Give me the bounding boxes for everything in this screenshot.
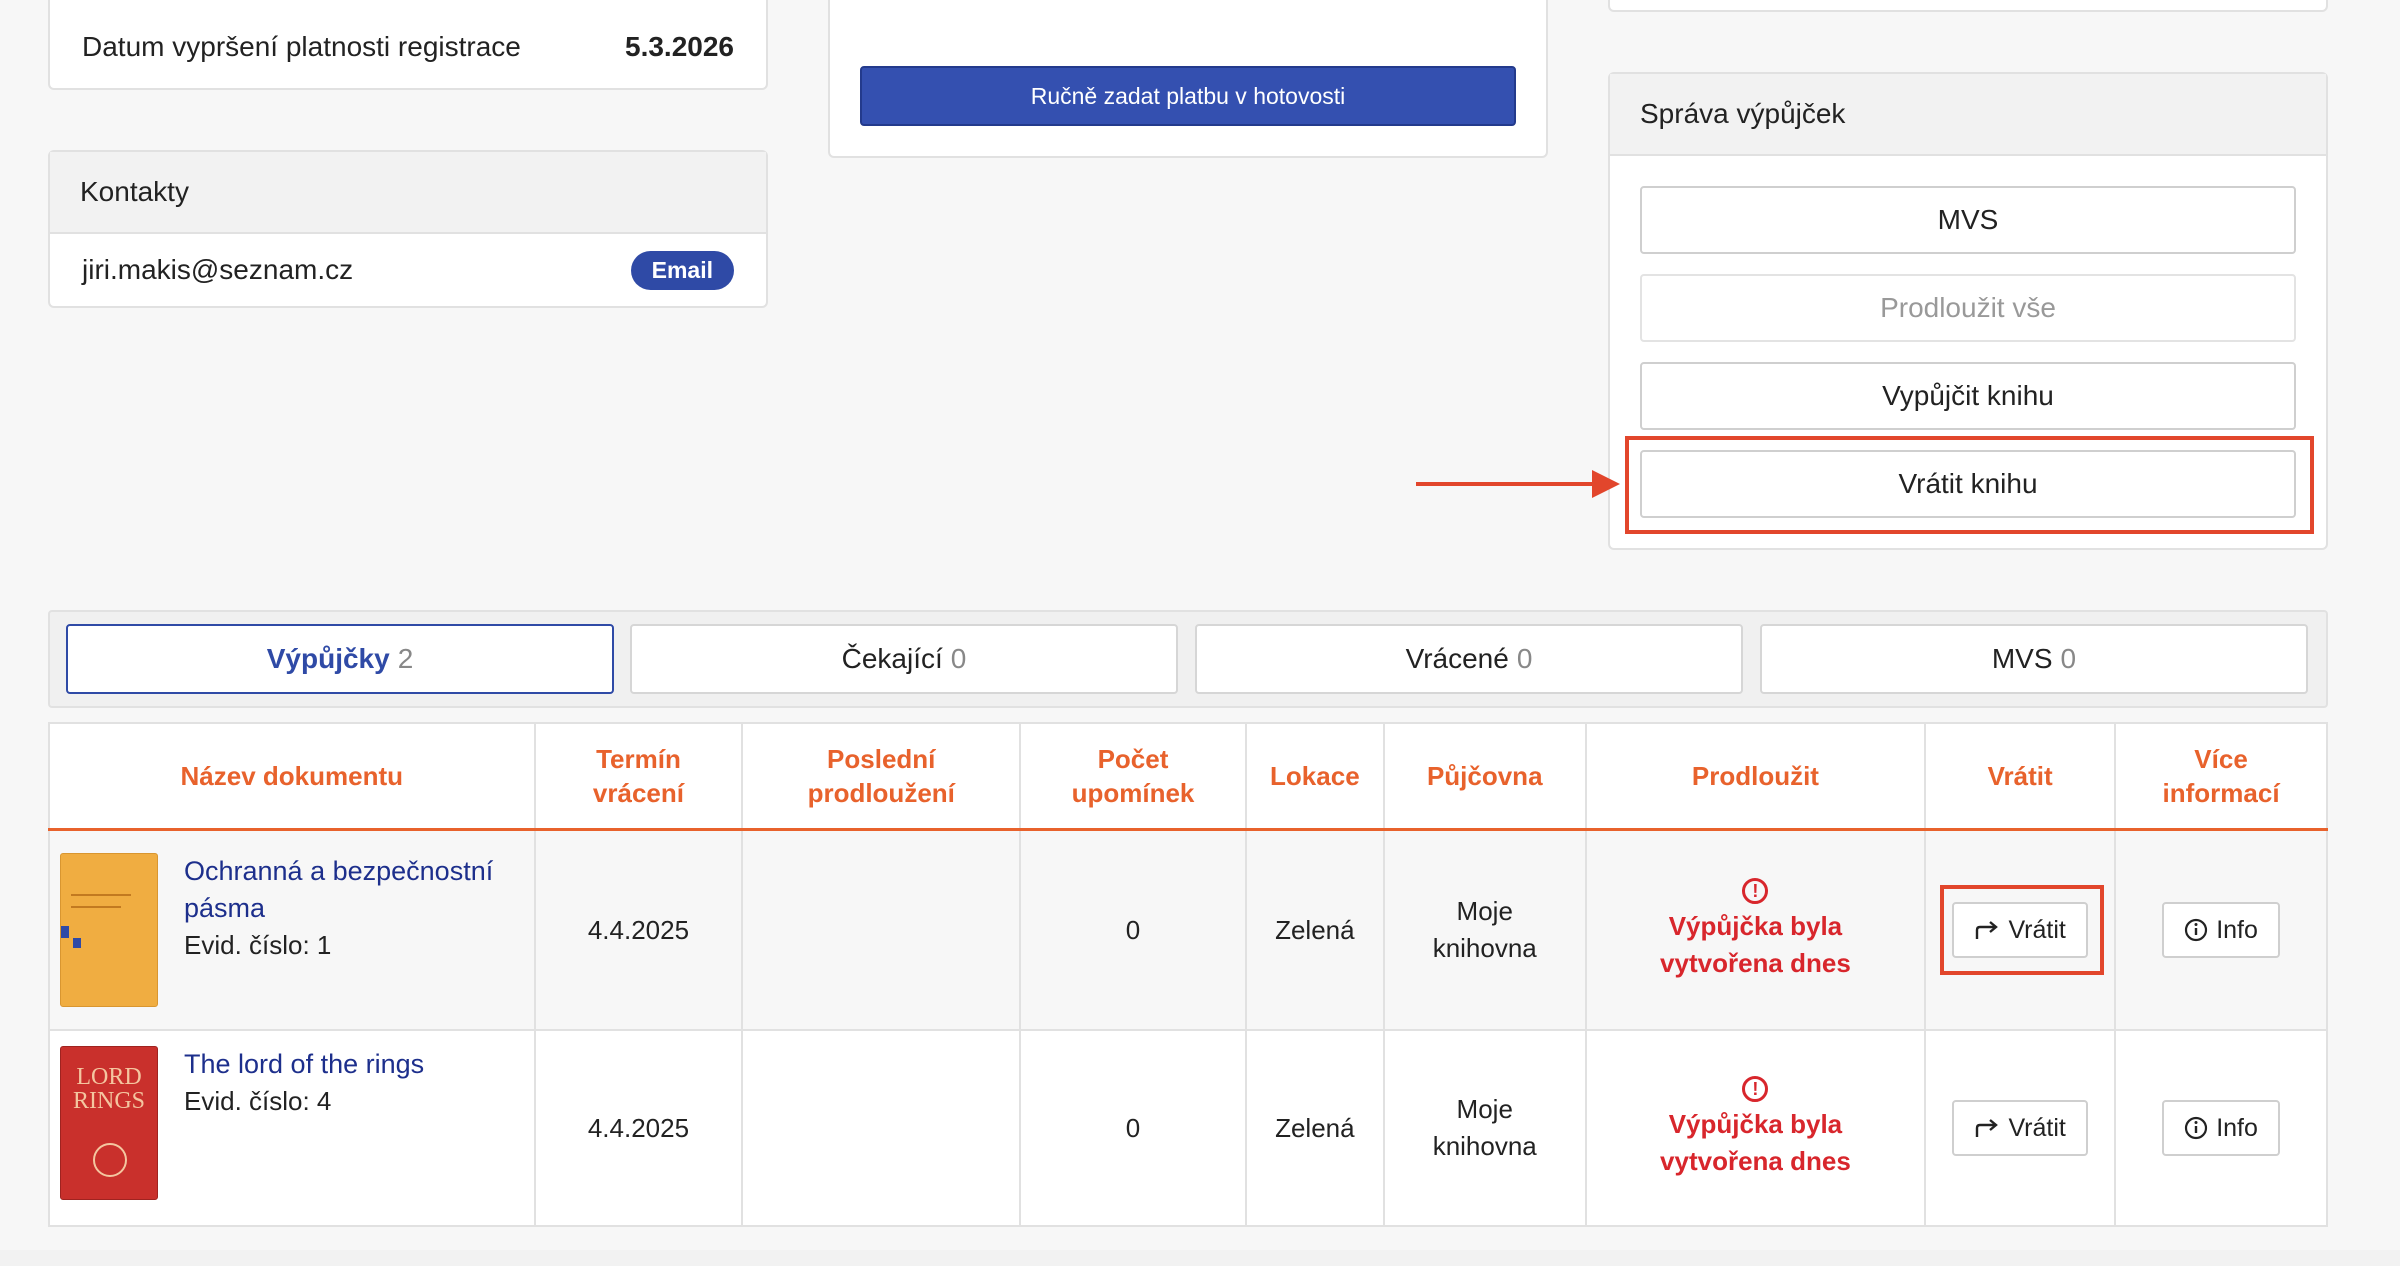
col-last-extension: Poslední prodloužení — [742, 723, 1022, 831]
registration-expiry-label: Datum vypršení platnosti registrace — [82, 31, 521, 62]
return-item-highlight — [1940, 885, 2105, 975]
mvs-button[interactable]: MVS — [1640, 186, 2296, 254]
col-location: Lokace — [1245, 723, 1385, 831]
due-date: 4.4.2025 — [534, 1030, 744, 1227]
tab-waiting[interactable]: Čekající 0 — [630, 624, 1178, 694]
info-button[interactable]: Info — [2162, 1100, 2280, 1156]
info-button[interactable]: Info — [2162, 902, 2280, 958]
alert-circle-icon: ! — [1742, 878, 1769, 904]
reminder-count: 0 — [1020, 829, 1247, 1031]
tab-loans-count: 2 — [397, 643, 414, 674]
extend-all-button[interactable]: Prodloužit vše — [1640, 274, 2296, 342]
col-return: Vrátit — [1925, 723, 2117, 831]
tab-mvs-count: 0 — [2060, 643, 2077, 674]
due-date: 4.4.2025 — [534, 829, 744, 1031]
table-row: Ochranná a bezpečnostní pásma Evid. číslo… — [49, 829, 2327, 1031]
info-icon — [2185, 918, 2208, 942]
table-row: LORD RINGS The lord of the rings Evid. čí… — [49, 1030, 2327, 1227]
loan-tabs: Výpůjčky 2 Čekající 0 Vrácené 0 MVS 0 — [48, 610, 2328, 708]
reminder-count: 0 — [1020, 1030, 1247, 1227]
info-icon — [2185, 1116, 2208, 1140]
page-bottom-strip — [0, 1250, 2400, 1266]
extend-status-message: Výpůjčka byla vytvořena dnes — [1660, 911, 1851, 978]
col-more-info: Více informací — [2115, 723, 2327, 831]
borrow-book-button[interactable]: Vypůjčit knihu — [1640, 362, 2296, 430]
contact-email: jiri.makis@seznam.cz — [82, 254, 354, 285]
evidence-number: Evid. číslo: 1 — [184, 930, 332, 960]
contacts-card: Kontakty jiri.makis@seznam.cz Email — [48, 150, 768, 308]
contact-email-row: jiri.makis@seznam.cz Email — [50, 234, 766, 306]
last-extension — [742, 1030, 1022, 1227]
return-item-button[interactable]: Vrátit — [1952, 1100, 2088, 1156]
registration-expiry-value: 5.3.2026 — [625, 31, 734, 62]
cash-payment-button[interactable]: Ručně zadat platbu v hotovosti — [860, 66, 1516, 126]
registration-card: Datum vypršení platnosti registrace 5.3.… — [48, 0, 768, 90]
location: Zelená — [1245, 1030, 1385, 1227]
book-cover-image — [60, 853, 158, 1007]
extend-status-message: Výpůjčka byla vytvořena dnes — [1660, 1109, 1851, 1176]
contacts-title: Kontakty — [50, 152, 766, 234]
library: Moje knihovna — [1383, 1030, 1587, 1227]
col-library: Půjčovna — [1383, 723, 1587, 831]
share-arrow-icon — [1976, 1119, 1999, 1137]
tab-mvs[interactable]: MVS 0 — [1760, 624, 2308, 694]
location: Zelená — [1245, 829, 1385, 1031]
alert-circle-icon: ! — [1742, 1076, 1769, 1102]
annotation-arrow-icon — [1416, 470, 1620, 498]
col-reminders: Počet upomínek — [1020, 723, 1247, 831]
book-cover-image: LORD RINGS — [60, 1046, 158, 1200]
registration-expiry-row: Datum vypršení platnosti registrace 5.3.… — [50, 0, 766, 92]
evidence-number: Evid. číslo: 4 — [184, 1086, 332, 1116]
return-book-highlight — [1625, 436, 2314, 534]
tab-loans[interactable]: Výpůjčky 2 — [66, 624, 614, 694]
table-header-row: Název dokumentu Termín vrácení Poslední pr… — [49, 723, 2327, 831]
right-top-card — [1608, 0, 2328, 12]
email-badge[interactable]: Email — [630, 250, 734, 290]
col-due-date: Termín vrácení — [534, 723, 744, 831]
col-extend: Prodloužit — [1585, 723, 1927, 831]
col-document-name: Název dokumentu — [49, 723, 536, 831]
document-title-link[interactable]: The lord of the rings — [184, 1046, 424, 1083]
tab-waiting-count: 0 — [950, 643, 967, 674]
last-extension — [742, 829, 1022, 1031]
loans-table: Název dokumentu Termín vrácení Poslední pr… — [48, 722, 2328, 1227]
tab-returned-count: 0 — [1516, 643, 1533, 674]
loan-management-title: Správa výpůjček — [1610, 74, 2326, 156]
document-title-link[interactable]: Ochranná a bezpečnostní pásma — [184, 853, 493, 927]
tab-returned[interactable]: Vrácené 0 — [1195, 624, 1743, 694]
library: Moje knihovna — [1383, 829, 1587, 1031]
